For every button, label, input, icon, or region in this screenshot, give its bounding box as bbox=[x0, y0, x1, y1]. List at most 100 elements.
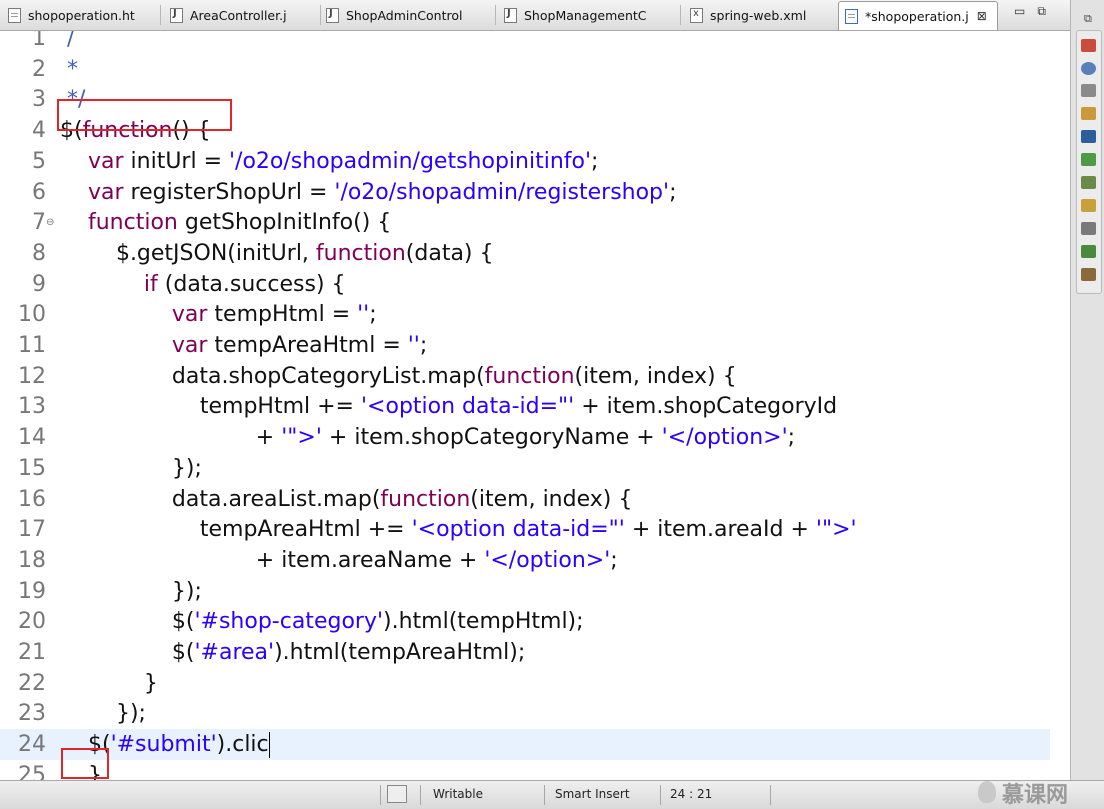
tasks-view-icon[interactable] bbox=[1081, 268, 1096, 281]
line-number: 9 bbox=[32, 271, 46, 297]
code-token: ).html(tempAreaHtml); bbox=[274, 640, 526, 665]
minimize-icon[interactable]: ▭ bbox=[1014, 4, 1037, 18]
status-bar: Writable Smart Insert 24 : 21 慕课网 bbox=[0, 780, 1104, 809]
line-number: 19 bbox=[18, 578, 46, 604]
view-controls: ▭⧉ bbox=[1014, 4, 1058, 19]
line-number: 17 bbox=[18, 517, 46, 543]
string-token: '#shop-category' bbox=[194, 609, 384, 635]
code-line[interactable]: 25 } bbox=[0, 760, 1050, 780]
code-token: $.getJSON(initUrl, bbox=[60, 240, 316, 266]
code-token: tempHtml = bbox=[207, 302, 358, 328]
tab-spring-web-xml[interactable]: spring-web.xml bbox=[690, 2, 830, 28]
keyword-token: function bbox=[315, 240, 406, 266]
code-line[interactable]: 24 $('#submit').clic bbox=[0, 729, 1050, 761]
html-file-icon bbox=[8, 7, 21, 23]
code-line[interactable]: 18 + item.areaName + '</option>'; bbox=[0, 545, 1050, 576]
tab-label: ShopAdminControl bbox=[346, 7, 463, 23]
code-line[interactable]: 15 }); bbox=[0, 453, 1050, 484]
js-file-icon bbox=[845, 8, 858, 24]
java-file-icon bbox=[326, 7, 339, 23]
string-token: '/o2o/shopadmin/getshopinitinfo' bbox=[229, 148, 592, 174]
keyword-token: var bbox=[171, 302, 208, 328]
progress-view-icon[interactable] bbox=[1081, 199, 1096, 212]
highlight-box-function bbox=[57, 99, 232, 131]
code-text: + item.areaName + '</option>'; bbox=[60, 545, 618, 576]
string-token: '/o2o/shopadmin/registershop' bbox=[334, 179, 670, 205]
line-number: 10 bbox=[18, 302, 46, 328]
status-cursor-position: 24 : 21 bbox=[670, 787, 713, 801]
code-line[interactable]: 20 $('#shop-category').html(tempHtml); bbox=[0, 606, 1050, 637]
string-token: '#submit' bbox=[110, 732, 217, 758]
code-line[interactable]: 22 } bbox=[0, 668, 1050, 699]
restore-icon[interactable]: ⧉ bbox=[1084, 12, 1092, 26]
code-line[interactable]: 11 var tempAreaHtml = ''; bbox=[0, 330, 1050, 361]
code-line[interactable]: 13 tempHtml += '<option data-id="' + ite… bbox=[0, 391, 1050, 422]
code-line[interactable]: 10 var tempHtml = ''; bbox=[0, 299, 1050, 330]
console-view-icon[interactable] bbox=[1081, 130, 1096, 143]
debug-view-icon[interactable] bbox=[1081, 245, 1096, 258]
code-line[interactable]: 21 $('#area').html(tempAreaHtml); bbox=[0, 637, 1050, 668]
tab-area-controller[interactable]: AreaController.j bbox=[170, 2, 320, 28]
servers-view-icon[interactable] bbox=[1081, 153, 1096, 166]
problems-view-icon[interactable] bbox=[1081, 39, 1096, 52]
search-view-icon[interactable] bbox=[1081, 107, 1096, 120]
code-line[interactable]: 12 data.shopCategoryList.map(function(it… bbox=[0, 361, 1050, 392]
line-number: 2 bbox=[32, 56, 46, 82]
fold-toggle-icon[interactable]: ⊖ bbox=[46, 207, 54, 238]
code-token: ; bbox=[591, 148, 599, 174]
code-line[interactable]: 16 data.areaList.map(function(item, inde… bbox=[0, 484, 1050, 515]
code-line[interactable]: 17 tempAreaHtml += '<option data-id="' +… bbox=[0, 514, 1050, 545]
code-line[interactable]: 7 ⊖ function getShopInitInfo() { bbox=[0, 207, 1050, 238]
code-line[interactable]: 23 }); bbox=[0, 698, 1050, 729]
tab-shopoperation-js[interactable]: *shopoperation.j ⊠ bbox=[838, 1, 998, 30]
code-line[interactable]: 14 + '">' + item.shopCategoryName + '</o… bbox=[0, 422, 1050, 453]
line-number: 12 bbox=[18, 363, 46, 389]
maximize-icon[interactable]: ⧉ bbox=[1037, 4, 1058, 18]
code-line[interactable]: 8 $.getJSON(initUrl, function(data) { bbox=[0, 238, 1050, 269]
tab-shop-admin-controller[interactable]: ShopAdminControl bbox=[326, 2, 491, 28]
code-line[interactable]: 2 * bbox=[0, 54, 1050, 85]
close-icon[interactable]: ⊠ bbox=[977, 9, 987, 23]
code-token: (item, index) { bbox=[574, 363, 737, 389]
line-number: 13 bbox=[18, 394, 46, 420]
code-line[interactable]: 1 / bbox=[0, 31, 1050, 54]
code-token: (data.success) { bbox=[157, 271, 346, 297]
tab-shop-management-controller[interactable]: ShopManagementC bbox=[504, 2, 674, 28]
line-number: 23 bbox=[18, 701, 46, 727]
code-text: $('#area').html(tempAreaHtml); bbox=[60, 637, 525, 668]
code-token: }); bbox=[60, 578, 202, 604]
code-token: tempAreaHtml += bbox=[60, 517, 412, 543]
code-token: (data) { bbox=[405, 240, 494, 266]
tab-shopoperation-html[interactable]: shopoperation.ht bbox=[8, 2, 158, 28]
highlight-box-brace bbox=[61, 748, 109, 779]
code-text: if (data.success) { bbox=[60, 269, 346, 300]
text-cursor bbox=[268, 732, 270, 759]
line-number: 15 bbox=[18, 455, 46, 481]
code-token: tempHtml += bbox=[60, 394, 361, 420]
line-number: 8 bbox=[32, 240, 46, 266]
code-line[interactable]: 9 if (data.success) { bbox=[0, 269, 1050, 300]
code-line[interactable]: 5 var initUrl = '/o2o/shopadmin/getshopi… bbox=[0, 146, 1050, 177]
keyword-token: function bbox=[87, 210, 178, 236]
code-token: ; bbox=[669, 179, 677, 205]
status-icon[interactable] bbox=[387, 785, 407, 803]
status-divider bbox=[544, 785, 545, 805]
keyword-token: var bbox=[87, 179, 124, 205]
code-editor[interactable]: 1 /2 * 3 */4 $(function() {5 var initUrl =… bbox=[0, 31, 1070, 780]
code-line[interactable]: 6 var registerShopUrl = '/o2o/shopadmin/… bbox=[0, 177, 1050, 208]
outline-view-icon[interactable] bbox=[1081, 176, 1096, 189]
status-divider bbox=[660, 785, 661, 805]
line-number: 14 bbox=[18, 425, 46, 451]
declaration-view-icon[interactable] bbox=[1081, 84, 1096, 97]
javadoc-view-icon[interactable] bbox=[1081, 62, 1096, 75]
tab-label: spring-web.xml bbox=[710, 7, 807, 23]
tab-label: shopoperation.ht bbox=[28, 7, 135, 23]
keyword-token: function bbox=[484, 363, 575, 389]
line-number: 18 bbox=[18, 547, 46, 573]
code-line[interactable]: 19 }); bbox=[0, 576, 1050, 607]
line-number: 24 bbox=[18, 732, 46, 758]
data-source-view-icon[interactable] bbox=[1081, 222, 1096, 235]
